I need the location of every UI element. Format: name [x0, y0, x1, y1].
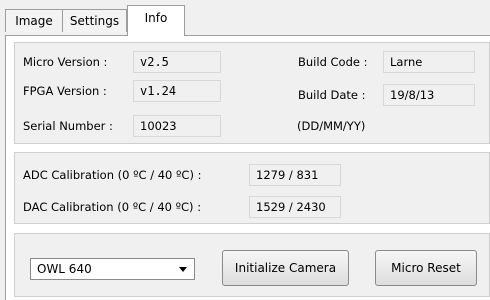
dac-calibration-field: 1529 / 2430 [249, 196, 341, 218]
build-date-field: 19/8/13 [383, 84, 475, 106]
dac-calibration-label: DAC Calibration (0 ºC / 40 ºC) : [23, 200, 202, 214]
tab-settings[interactable]: Settings [62, 9, 127, 32]
build-code-label: Build Code : [298, 55, 368, 69]
build-code-field: Larne [383, 51, 475, 73]
serial-number-label: Serial Number : [23, 119, 113, 133]
dropdown-arrow-icon [179, 267, 187, 272]
serial-number-field: 10023 [133, 115, 221, 137]
adc-calibration-label: ADC Calibration (0 ºC / 40 ºC) : [23, 168, 202, 182]
build-date-label: Build Date : [298, 88, 366, 102]
adc-calibration-field: 1279 / 831 [249, 164, 341, 186]
tab-info[interactable]: Info [127, 5, 185, 36]
initialize-camera-button[interactable]: Initialize Camera [222, 250, 349, 286]
tab-image[interactable]: Image [5, 9, 63, 32]
fpga-version-label: FPGA Version : [23, 84, 107, 98]
tab-strip: Image Settings Info [0, 0, 490, 36]
micro-reset-button[interactable]: Micro Reset [375, 250, 477, 286]
fpga-version-field: v1.24 [133, 80, 221, 102]
camera-model-selected-value: OWL 640 [37, 262, 92, 276]
camera-model-select[interactable]: OWL 640 [30, 258, 195, 280]
micro-version-label: Micro Version : [23, 55, 108, 69]
micro-version-field: v2.5 [133, 51, 221, 73]
date-format-hint: (DD/MM/YY) [297, 119, 366, 133]
